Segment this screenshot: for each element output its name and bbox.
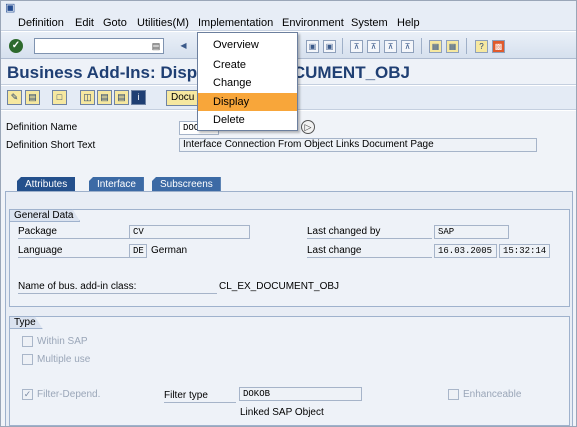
enhanceable-checkbox[interactable] bbox=[448, 389, 459, 400]
implementation-dropdown-menu: Overview Create Change Display Delete bbox=[197, 32, 298, 131]
menu-option-overview[interactable]: Overview bbox=[198, 36, 297, 54]
find-next-icon[interactable]: ▣ bbox=[323, 40, 336, 53]
definition-short-text-field[interactable]: Interface Connection From Object Links D… bbox=[179, 138, 537, 152]
tab-subscreens[interactable]: Subscreens bbox=[152, 177, 221, 192]
sap-window: ▣ Definition Edit Goto Utilities(M) Impl… bbox=[0, 0, 577, 427]
print-icon[interactable]: ▤ bbox=[114, 90, 129, 105]
menu-option-delete[interactable]: Delete bbox=[198, 111, 297, 129]
find-icon[interactable]: ▣ bbox=[306, 40, 319, 53]
last-changed-by-field[interactable]: SAP bbox=[434, 225, 509, 239]
last-change-label: Last change bbox=[307, 245, 432, 258]
value-help-icon[interactable]: ▷ bbox=[301, 120, 315, 134]
page-title-left: Business Add-Ins: Displa bbox=[7, 63, 212, 82]
tab-panel: General Data Package CV Language DE Germ… bbox=[5, 191, 573, 426]
info-icon[interactable]: i bbox=[131, 90, 146, 105]
menu-bar: ▣ Definition Edit Goto Utilities(M) Impl… bbox=[1, 1, 576, 31]
menu-option-change[interactable]: Change bbox=[198, 74, 297, 92]
type-title: Type bbox=[9, 316, 43, 329]
menu-implementation[interactable]: Implementation bbox=[198, 17, 273, 29]
package-field[interactable]: CV bbox=[129, 225, 250, 239]
first-page-icon[interactable]: ⊼ bbox=[350, 40, 363, 53]
multiple-use-label: Multiple use bbox=[37, 354, 91, 365]
menu-option-display[interactable]: Display bbox=[198, 93, 297, 111]
enhanceable-label: Enhanceable bbox=[463, 389, 522, 400]
filter-depend-label: Filter-Depend. bbox=[37, 389, 101, 400]
language-name: German bbox=[151, 245, 188, 256]
language-code-field[interactable]: DE bbox=[129, 244, 147, 258]
main-body: Definition Name DOC Definition Short Tex… bbox=[1, 111, 576, 426]
hierarchy-icon[interactable]: ▤ bbox=[97, 90, 112, 105]
menu-help[interactable]: Help bbox=[397, 17, 420, 29]
next-page-icon[interactable]: ⊼ bbox=[384, 40, 397, 53]
menu-definition[interactable]: Definition bbox=[18, 17, 64, 29]
tab-interface[interactable]: Interface bbox=[89, 177, 144, 192]
package-label: Package bbox=[18, 226, 130, 239]
within-sap-label: Within SAP bbox=[37, 336, 88, 347]
menu-utilities[interactable]: Utilities(M) bbox=[137, 17, 189, 29]
last-change-time-field[interactable]: 15:32:14 bbox=[499, 244, 550, 258]
class-name-label: Name of bus. add-in class: bbox=[18, 281, 217, 294]
filter-type-description: Linked SAP Object bbox=[240, 407, 324, 418]
general-data-group: General Data Package CV Language DE Germ… bbox=[9, 209, 570, 307]
help-icon[interactable]: ? bbox=[475, 40, 488, 53]
definition-short-text-label: Definition Short Text bbox=[6, 140, 96, 151]
toolbar-separator bbox=[421, 38, 422, 54]
within-sap-checkbox[interactable] bbox=[22, 336, 33, 347]
last-changed-by-label: Last changed by bbox=[307, 226, 432, 239]
type-group: Type Within SAP Multiple use ✓ Filter-De… bbox=[9, 316, 570, 426]
toolbar-separator bbox=[466, 38, 467, 54]
class-name-value: CL_EX_DOCUMENT_OBJ bbox=[219, 281, 340, 292]
filter-type-field[interactable]: DOKOB bbox=[239, 387, 362, 401]
command-field[interactable] bbox=[34, 38, 164, 54]
display-change-icon[interactable]: ✎ bbox=[7, 90, 22, 105]
menu-goto[interactable]: Goto bbox=[103, 17, 127, 29]
tab-attributes[interactable]: Attributes bbox=[17, 177, 76, 192]
where-used-icon[interactable]: ◫ bbox=[80, 90, 95, 105]
filter-depend-checkbox[interactable]: ✓ bbox=[22, 389, 33, 400]
last-page-icon[interactable]: ⊼ bbox=[401, 40, 414, 53]
menu-environment[interactable]: Environment bbox=[282, 17, 344, 29]
check-icon[interactable]: □ bbox=[52, 90, 67, 105]
menu-edit[interactable]: Edit bbox=[75, 17, 94, 29]
command-history-icon[interactable]: ▤ bbox=[150, 40, 162, 52]
language-label: Language bbox=[18, 245, 130, 258]
last-change-date-field[interactable]: 16.03.2005 bbox=[434, 244, 497, 258]
filter-type-label: Filter type bbox=[164, 390, 236, 403]
definition-name-label: Definition Name bbox=[6, 122, 78, 133]
system-menu-icon[interactable]: ▣ bbox=[5, 3, 17, 14]
customize-layout-icon[interactable]: ▩ bbox=[492, 40, 505, 53]
multiple-use-checkbox[interactable] bbox=[22, 354, 33, 365]
general-data-title: General Data bbox=[9, 209, 80, 222]
new-session-icon[interactable]: ▦ bbox=[429, 40, 442, 53]
previous-page-icon[interactable]: ⊼ bbox=[367, 40, 380, 53]
shortcut-icon[interactable]: ▦ bbox=[446, 40, 459, 53]
toolbar-separator bbox=[342, 38, 343, 54]
menu-option-create[interactable]: Create bbox=[198, 56, 297, 74]
other-object-icon[interactable]: ▤ bbox=[25, 90, 40, 105]
enter-icon[interactable]: ✓ bbox=[9, 39, 23, 53]
menu-system[interactable]: System bbox=[351, 17, 388, 29]
back-arrow-icon[interactable]: ◀ bbox=[177, 40, 190, 53]
